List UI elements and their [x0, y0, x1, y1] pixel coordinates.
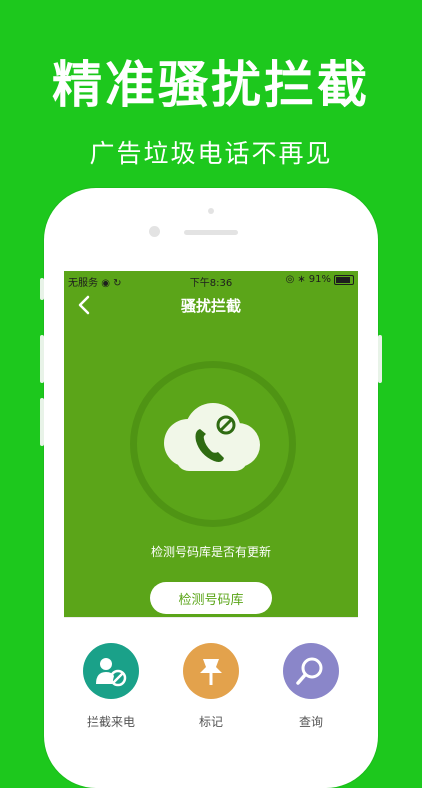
page-title: 骚扰拦截 [180, 297, 241, 315]
phone-power-button [378, 335, 382, 383]
status-bar: 无服务 ◉ ↻ 下午8:36 ◎ ∗ 91% [64, 271, 358, 289]
phone-camera [149, 226, 160, 237]
phone-volume-up [40, 335, 44, 383]
bluetooth-icon: ∗ [297, 274, 306, 285]
battery-percent: 91% [308, 274, 331, 285]
tool-label-block-calls: 拦截来电 [86, 715, 135, 729]
phone-speaker [184, 230, 238, 235]
status-message: 检测号码库是否有更新 [150, 545, 271, 559]
tool-label-mark: 标记 [198, 715, 223, 729]
divider [64, 617, 358, 618]
contact-block-icon [83, 643, 139, 699]
tool-block-calls[interactable]: 拦截来电 [71, 643, 151, 730]
header-panel: 无服务 ◉ ↻ 下午8:36 ◎ ∗ 91% 骚扰拦截 检测号码库是否有更新 检… [64, 271, 358, 617]
search-icon [283, 643, 339, 699]
promo-headline: 精准骚扰拦截 [52, 56, 370, 114]
promo-subheadline: 广告垃圾电话不再见 [89, 139, 333, 168]
phone-side-button [40, 278, 44, 300]
pin-icon [183, 643, 239, 699]
tool-lookup[interactable]: 查询 [271, 643, 351, 730]
app-screen: 无服务 ◉ ↻ 下午8:36 ◎ ∗ 91% 骚扰拦截 检测号码库是否有更新 检… [64, 271, 358, 750]
status-right: ◎ ∗ 91% [286, 274, 354, 285]
battery-icon [334, 274, 354, 285]
phone-sensor [208, 208, 214, 214]
tool-label-lookup: 查询 [298, 715, 323, 729]
phone-volume-down [40, 398, 44, 446]
tool-mark[interactable]: 标记 [171, 643, 251, 730]
detect-database-button[interactable]: 检测号码库 [150, 582, 272, 614]
cloud-phone-block-icon [164, 403, 260, 471]
nav-bar: 骚扰拦截 [64, 289, 358, 321]
lock-rotation-icon: ◎ [285, 274, 295, 285]
